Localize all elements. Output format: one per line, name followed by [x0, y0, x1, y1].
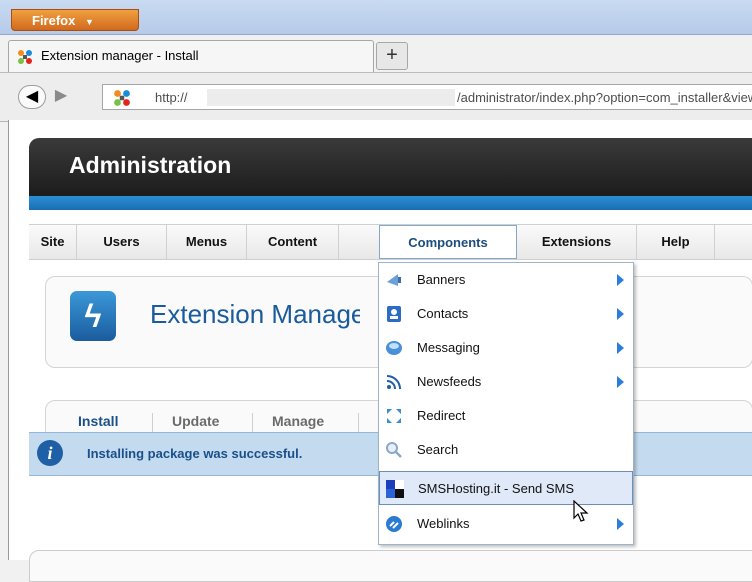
page-title: Extension Manager: [150, 299, 360, 329]
firefox-menu-label: Firefox: [32, 13, 76, 28]
dropdown-item-messaging[interactable]: Messaging: [379, 331, 633, 365]
admin-title: Administration: [69, 152, 232, 178]
submenu-arrow-icon: [617, 274, 624, 286]
dropdown-label: Search: [417, 442, 459, 457]
subnav-divider: [152, 413, 153, 433]
submenu-arrow-icon: [617, 342, 624, 354]
menu-menus[interactable]: Menus: [167, 225, 247, 259]
installer-panel: [29, 550, 752, 582]
menu-components[interactable]: Components: [379, 225, 517, 259]
url-bar[interactable]: http:// /administrator/index.php?option=…: [102, 84, 752, 110]
dropdown-item-search[interactable]: Search: [379, 433, 633, 467]
forward-button[interactable]: ▶: [48, 85, 74, 109]
dropdown-label: Newsfeeds: [417, 374, 482, 389]
info-icon: i: [37, 440, 63, 466]
sms-icon: [386, 480, 404, 498]
browser-tab[interactable]: Extension manager - Install: [8, 40, 374, 72]
extension-manager-icon: ϟ: [70, 291, 116, 341]
navigation-toolbar: ◀ ▶ http:// /administrator/index.php?opt…: [0, 72, 752, 122]
menu-extensions[interactable]: Extensions: [517, 225, 637, 259]
weblinks-icon: [386, 516, 402, 532]
dropdown-item-weblinks[interactable]: Weblinks: [379, 507, 633, 541]
dropdown-item-banners[interactable]: Banners: [379, 263, 633, 297]
subnav-manage[interactable]: Manage: [272, 413, 324, 429]
forward-arrow-icon: ▶: [54, 87, 68, 104]
subnav-divider: [252, 413, 253, 433]
tab-title: Extension manager - Install: [41, 48, 199, 63]
dropdown-label: Redirect: [417, 408, 466, 423]
chevron-down-icon: ▼: [84, 17, 94, 27]
header-accent-strip: [29, 196, 752, 210]
firefox-menu-button[interactable]: Firefox ▼: [11, 9, 139, 31]
dropdown-item-redirect[interactable]: Redirect: [379, 399, 633, 433]
dropdown-label: Weblinks: [417, 516, 470, 531]
dropdown-label: SMSHosting.it - Send SMS: [418, 481, 575, 496]
search-icon: [386, 442, 402, 458]
redirect-icon: [387, 409, 401, 423]
submenu-arrow-icon: [617, 308, 624, 320]
menu-help[interactable]: Help: [637, 225, 715, 259]
dropdown-item-newsfeeds[interactable]: Newsfeeds: [379, 365, 633, 399]
new-tab-button[interactable]: +: [376, 42, 408, 70]
admin-header: Administration: [29, 138, 752, 196]
dropdown-label: Messaging: [417, 340, 480, 355]
site-identity-icon: [114, 90, 130, 106]
mouse-cursor-icon: [573, 500, 589, 522]
subnav-update[interactable]: Update: [172, 413, 219, 429]
dropdown-item-smshosting[interactable]: SMSHosting.it - Send SMS: [379, 471, 633, 505]
menu-site[interactable]: Site: [29, 225, 77, 259]
back-arrow-icon: ◀: [25, 88, 39, 105]
dropdown-label: Banners: [417, 272, 466, 287]
submenu-arrow-icon: [617, 376, 624, 388]
menu-users[interactable]: Users: [77, 225, 167, 259]
banners-icon: [387, 274, 401, 286]
admin-menubar: Site Users Menus Content Components Exte…: [29, 224, 752, 260]
components-dropdown: Banners Contacts Messaging Newsfeeds Red…: [378, 262, 634, 545]
messaging-icon: [386, 341, 402, 355]
submenu-arrow-icon: [617, 518, 624, 530]
newsfeeds-icon: [386, 375, 401, 390]
back-button[interactable]: ◀: [18, 85, 46, 109]
contacts-icon: [387, 306, 401, 322]
menu-content[interactable]: Content: [247, 225, 339, 259]
subnav-install[interactable]: Install: [78, 413, 118, 429]
joomla-favicon-icon: [18, 50, 32, 64]
dropdown-label: Contacts: [417, 306, 469, 321]
success-message: Installing package was successful.: [87, 446, 303, 461]
browser-titlebar: Firefox ▼: [0, 0, 752, 35]
dropdown-item-contacts[interactable]: Contacts: [379, 297, 633, 331]
subnav-divider: [358, 413, 359, 433]
url-protocol: http://: [155, 90, 188, 105]
url-redacted-host: [207, 89, 455, 106]
url-path: /administrator/index.php?option=com_inst…: [457, 90, 752, 105]
